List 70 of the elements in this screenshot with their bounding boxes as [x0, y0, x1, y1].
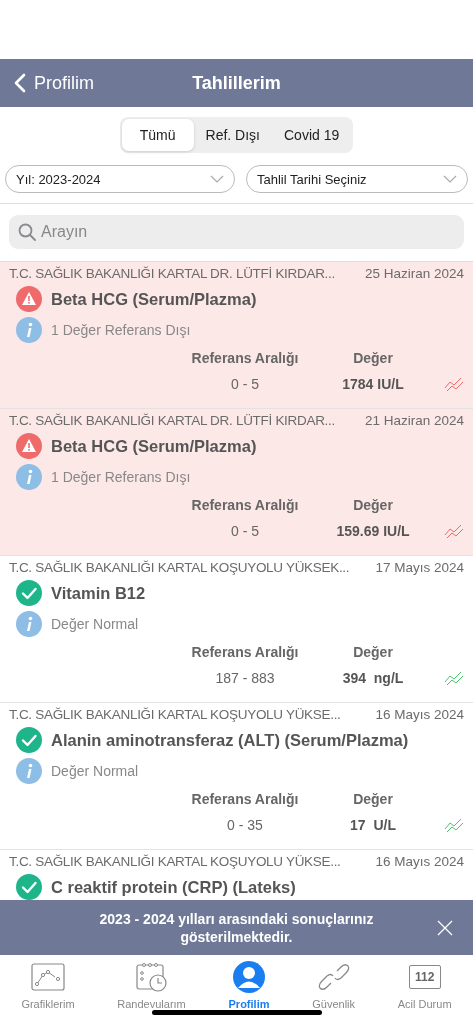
- column-label: Referans Aralığı: [190, 497, 300, 513]
- result-card[interactable]: T.C. SAĞLIK BAKANLIĞI KARTAL DR. LÜTFİ KIRDAR... 21 Haziran 2024 Beta HCG (Serum/Plazma) 1 Değer Referans Dışı Referans Aralığı Değer 0 - 5 159.69 IU/L: [0, 409, 473, 556]
- warning-icon: [16, 286, 42, 312]
- test-name: Vitamin B12: [51, 583, 146, 603]
- screen-title: Tahlillerim: [191, 72, 282, 94]
- check-icon: [16, 727, 42, 753]
- result-card[interactable]: T.C. SAĞLIK BAKANLIĞI KARTAL DR. LÜTFİ KIRDAR... 25 Haziran 2024 Beta HCG (Serum/Plazma) 1 Değer Referans Dışı Referans Aralığı Değer 0 - 5 1784 IU/L: [0, 262, 473, 409]
- segment-tab[interactable]: Tümü: [121, 119, 194, 151]
- column-label: Değer: [352, 791, 394, 807]
- tab-bar-item[interactable]: 112 Acil Durum: [395, 961, 454, 1010]
- info-icon: [16, 317, 42, 343]
- hospital-name: T.C. SAĞLIK BAKANLIĞI KARTAL DR. LÜTFİ KIRDAR...: [9, 266, 335, 281]
- reference-range: 0 - 5: [230, 523, 260, 539]
- chevron-down-icon: [210, 175, 224, 183]
- result-value: 17 U/L: [349, 817, 397, 833]
- back-button[interactable]: Profilim: [0, 72, 94, 94]
- column-label: Referans Aralığı: [190, 791, 300, 807]
- status-note: Değer Normal: [51, 763, 139, 779]
- status-note: 1 Değer Referans Dışı: [51, 322, 191, 338]
- back-chevron-icon: [14, 73, 26, 93]
- result-value: 1784 IU/L: [341, 376, 405, 392]
- hospital-name: T.C. SAĞLIK BAKANLIĞI KARTAL KOŞUYOLU YÜKSE...: [9, 707, 341, 722]
- calendar-clock-icon: [134, 961, 169, 993]
- reference-range: 0 - 5: [230, 376, 260, 392]
- column-label: Değer: [352, 497, 394, 513]
- result-value: 159.69 IU/L: [335, 523, 411, 539]
- trend-icon[interactable]: [444, 376, 464, 392]
- trend-icon[interactable]: [444, 523, 464, 539]
- result-date: 21 Haziran 2024: [364, 413, 464, 428]
- trend-icon[interactable]: [444, 817, 464, 833]
- check-icon: [16, 580, 42, 606]
- segment-tab[interactable]: Covid 19: [272, 119, 352, 151]
- result-date: 25 Haziran 2024: [364, 266, 464, 281]
- hospital-name: T.C. SAĞLIK BAKANLIĞI KARTAL KOŞUYOLU YÜKSEK...: [9, 560, 350, 575]
- status-note: 1 Değer Referans Dışı: [51, 469, 191, 485]
- column-label: Referans Aralığı: [190, 350, 300, 366]
- test-name: Alanin aminotransferaz (ALT) (Serum/Plazma): [51, 730, 409, 750]
- tab-bar-item[interactable]: Güvenlik: [310, 961, 358, 1010]
- chain-link-icon: [317, 961, 350, 993]
- status-note: Değer Normal: [51, 616, 139, 632]
- hospital-name: T.C. SAĞLIK BAKANLIĞI KARTAL DR. LÜTFİ KIRDAR...: [9, 413, 335, 428]
- hospital-name: T.C. SAĞLIK BAKANLIĞI KARTAL KOŞUYOLU YÜKSE...: [9, 854, 341, 869]
- test-name: Beta HCG (Serum/Plazma): [51, 289, 257, 309]
- check-icon: [16, 874, 42, 900]
- close-icon[interactable]: [437, 920, 453, 936]
- trend-icon[interactable]: [444, 670, 464, 686]
- result-date: 16 Mayıs 2024: [375, 854, 464, 869]
- search-field[interactable]: Arayın: [9, 215, 464, 249]
- test-name: Beta HCG (Serum/Plazma): [51, 436, 257, 456]
- line-chart-icon: [30, 961, 65, 993]
- warning-icon: [16, 433, 42, 459]
- person-icon: [233, 961, 265, 993]
- tab-bar-item[interactable]: Randevularım: [115, 961, 188, 1010]
- segment-tab[interactable]: Ref. Dışı: [193, 119, 272, 151]
- tab-bar-item[interactable]: Profilim: [226, 961, 272, 1010]
- info-icon: [16, 758, 42, 784]
- info-icon: [16, 464, 42, 490]
- reference-range: 0 - 35: [226, 817, 264, 833]
- column-label: Referans Aralığı: [190, 644, 300, 660]
- info-icon: [16, 611, 42, 637]
- column-label: Değer: [352, 350, 394, 366]
- tab-bar-item[interactable]: Grafiklerim: [19, 961, 77, 1010]
- banner-message: 2023 - 2024 yılları arasındaki sonuçlarınız gösterilmektedir.: [98, 909, 375, 946]
- reference-range: 187 - 883: [214, 670, 276, 686]
- result-date: 16 Mayıs 2024: [375, 707, 464, 722]
- column-label: Değer: [352, 644, 394, 660]
- chevron-down-icon: [443, 175, 457, 183]
- test-name: C reaktif protein (CRP) (Lateks): [51, 877, 296, 897]
- result-value: 394 ng/L: [341, 670, 405, 686]
- result-date: 17 Mayıs 2024: [375, 560, 464, 575]
